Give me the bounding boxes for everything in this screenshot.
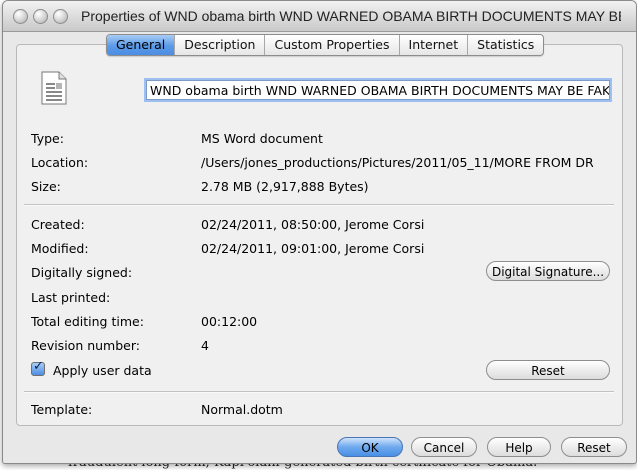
help-button[interactable]: Help [487, 437, 551, 457]
document-name-field[interactable]: WND obama birth WND WARNED OBAMA BIRTH D… [146, 80, 610, 100]
revision-number-value: 4 [201, 338, 209, 353]
tab-description[interactable]: Description [175, 35, 266, 55]
reset-user-data-button[interactable]: Reset [486, 360, 610, 380]
tab-bar: General Description Custom Properties In… [106, 34, 545, 56]
type-label: Type: [31, 131, 64, 146]
template-label: Template: [31, 402, 93, 417]
tab-general[interactable]: General [107, 35, 176, 55]
tab-internet[interactable]: Internet [400, 35, 469, 55]
tab-statistics[interactable]: Statistics [468, 35, 543, 55]
revision-number-label: Revision number: [31, 338, 140, 353]
ok-button[interactable]: OK [337, 437, 403, 457]
document-icon [41, 71, 67, 105]
minimize-window-button[interactable] [33, 9, 48, 24]
cancel-button[interactable]: Cancel [411, 437, 477, 457]
size-label: Size: [31, 179, 61, 194]
window-title: Properties of WND obama birth WND WARNED… [81, 8, 621, 24]
modified-value: 02/24/2011, 09:01:00, Jerome Corsi [201, 241, 425, 256]
template-value: Normal.dotm [201, 402, 283, 417]
location-label: Location: [31, 155, 89, 170]
digital-signature-button[interactable]: Digital Signature... [486, 261, 610, 281]
type-value: MS Word document [201, 131, 323, 146]
properties-dialog: Properties of WND obama birth WND WARNED… [2, 0, 637, 464]
total-editing-time-value: 00:12:00 [201, 314, 258, 329]
total-editing-time-label: Total editing time: [31, 314, 144, 329]
close-window-button[interactable] [13, 9, 28, 24]
digitally-signed-label: Digitally signed: [31, 265, 133, 280]
apply-user-data-checkbox[interactable]: ✓ [31, 359, 45, 376]
separator [24, 391, 614, 393]
size-value: 2.78 MB (2,917,888 Bytes) [201, 179, 369, 194]
location-value: /Users/jones_productions/Pictures/2011/0… [201, 155, 594, 170]
zoom-window-button[interactable] [53, 9, 68, 24]
created-label: Created: [31, 217, 85, 232]
modified-label: Modified: [31, 241, 89, 256]
title-bar: Properties of WND obama birth WND WARNED… [3, 1, 636, 32]
apply-user-data-label: Apply user data [53, 363, 152, 378]
created-value: 02/24/2011, 08:50:00, Jerome Corsi [201, 217, 425, 232]
separator [24, 204, 614, 206]
tab-custom-properties[interactable]: Custom Properties [265, 35, 400, 55]
checkmark-icon: ✓ [33, 359, 44, 374]
last-printed-label: Last printed: [31, 290, 111, 305]
reset-button[interactable]: Reset [561, 437, 627, 457]
